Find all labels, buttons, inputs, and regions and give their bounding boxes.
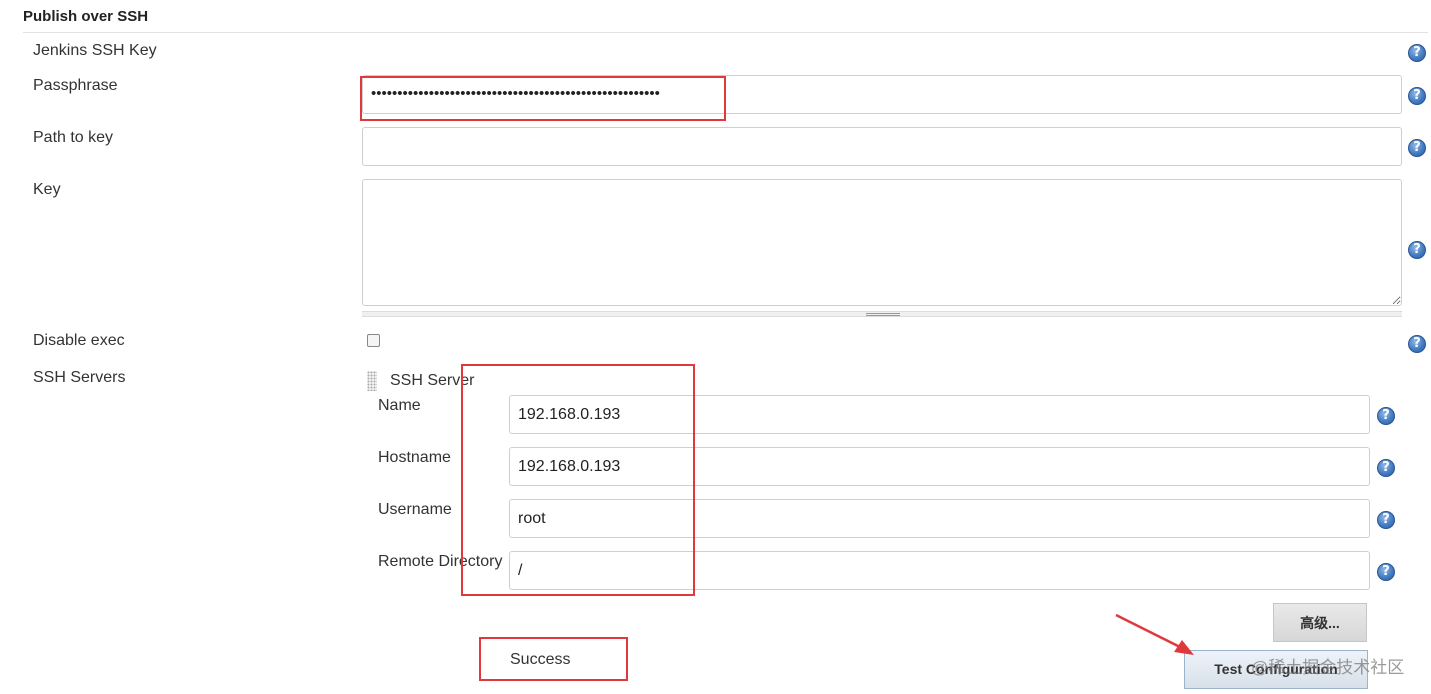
section-title: Publish over SSH	[23, 8, 149, 25]
status-success: Success	[510, 651, 571, 668]
help-icon[interactable]: ?	[1377, 563, 1395, 581]
hostname-label: Hostname	[378, 449, 451, 466]
help-icon[interactable]: ?	[1408, 241, 1426, 259]
help-icon[interactable]: ?	[1408, 87, 1426, 105]
help-icon[interactable]: ?	[1408, 139, 1426, 157]
annotation-box-server	[461, 364, 695, 596]
help-icon[interactable]: ?	[1408, 44, 1426, 62]
annotation-box-passphrase	[360, 76, 726, 121]
help-icon[interactable]: ?	[1377, 459, 1395, 477]
watermark-text: @稀土掘金技术社区	[1251, 658, 1405, 677]
key-textarea[interactable]	[362, 179, 1402, 306]
path-to-key-label: Path to key	[33, 129, 114, 146]
help-icon[interactable]: ?	[1377, 407, 1395, 425]
key-label: Key	[33, 181, 61, 198]
annotation-arrow	[1115, 613, 1194, 655]
username-label: Username	[378, 501, 452, 518]
disable-exec-label: Disable exec	[33, 332, 125, 349]
server-name-label: Name	[378, 397, 421, 414]
drag-handle-icon[interactable]	[367, 371, 377, 391]
help-icon[interactable]: ?	[1377, 511, 1395, 529]
jenkins-ssh-key-label: Jenkins SSH Key	[33, 42, 157, 59]
resize-grip-icon[interactable]	[866, 313, 900, 316]
help-icon[interactable]: ?	[1408, 335, 1426, 353]
ssh-servers-label: SSH Servers	[33, 369, 126, 386]
passphrase-label: Passphrase	[33, 77, 118, 94]
section-divider	[23, 32, 1428, 33]
advanced-button[interactable]: 高级...	[1273, 603, 1367, 642]
path-to-key-field[interactable]	[362, 127, 1402, 166]
disable-exec-checkbox[interactable]	[367, 334, 380, 347]
